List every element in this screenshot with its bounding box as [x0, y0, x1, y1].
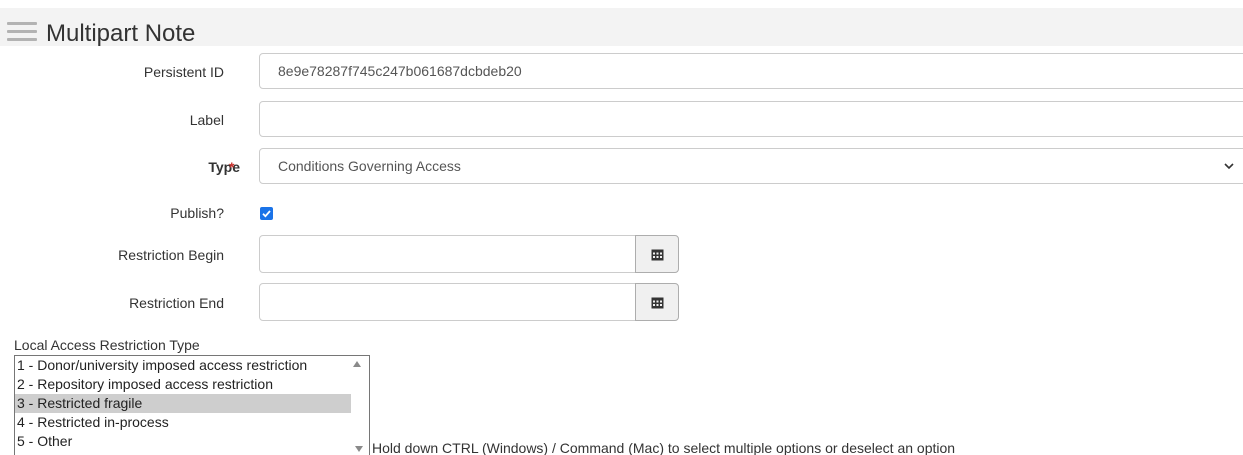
list-option[interactable]: 5 - Other [15, 432, 351, 451]
type-select[interactable]: Conditions Governing Access [259, 148, 1243, 184]
chevron-down-icon [1224, 163, 1234, 170]
persistent-id-label: Persistent ID [143, 64, 224, 80]
restriction-begin-label: Restriction Begin [118, 247, 224, 263]
restriction-end-input[interactable] [259, 283, 636, 321]
type-label-text: Type [208, 159, 240, 175]
restriction-begin-calendar-button[interactable] [635, 235, 679, 273]
calendar-icon [651, 297, 664, 309]
list-option[interactable]: 4 - Restricted in-process [15, 413, 351, 432]
local-access-restriction-listbox[interactable]: 1 - Donor/university imposed access rest… [14, 355, 370, 455]
publish-checkbox[interactable] [260, 207, 273, 220]
persistent-id-field[interactable]: 8e9e78287f745c247b061687dcbdeb20 [259, 53, 1243, 89]
restriction-begin-input[interactable] [259, 235, 636, 273]
local-access-restriction-label: Local Access Restriction Type [14, 337, 200, 353]
restriction-end-calendar-button[interactable] [635, 283, 679, 321]
type-select-value: Conditions Governing Access [278, 158, 461, 174]
calendar-icon [651, 249, 664, 261]
publish-label: Publish? [170, 205, 224, 221]
scroll-down-arrow-icon[interactable] [354, 445, 364, 453]
hamburger-menu-icon[interactable] [7, 22, 37, 44]
scroll-up-arrow-icon[interactable] [352, 360, 362, 368]
label-input[interactable] [259, 101, 1243, 137]
list-option[interactable]: 1 - Donor/university imposed access rest… [15, 356, 351, 375]
multi-select-help-text: Hold down CTRL (Windows) / Command (Mac)… [372, 440, 956, 455]
list-option-selected[interactable]: 3 - Restricted fragile [15, 394, 351, 413]
checkmark-icon [262, 210, 271, 218]
list-option[interactable]: 2 - Repository imposed access restrictio… [15, 375, 351, 394]
multipart-note-page: Multipart Note Persistent ID 8e9e78287f7… [0, 0, 1243, 455]
label-field-label: Label [189, 112, 224, 128]
section-title: Multipart Note [46, 20, 196, 47]
type-label: Type [208, 157, 240, 177]
required-icon: * [229, 159, 235, 175]
section-header: Multipart Note [0, 8, 1243, 47]
restriction-end-label: Restriction End [129, 295, 224, 311]
